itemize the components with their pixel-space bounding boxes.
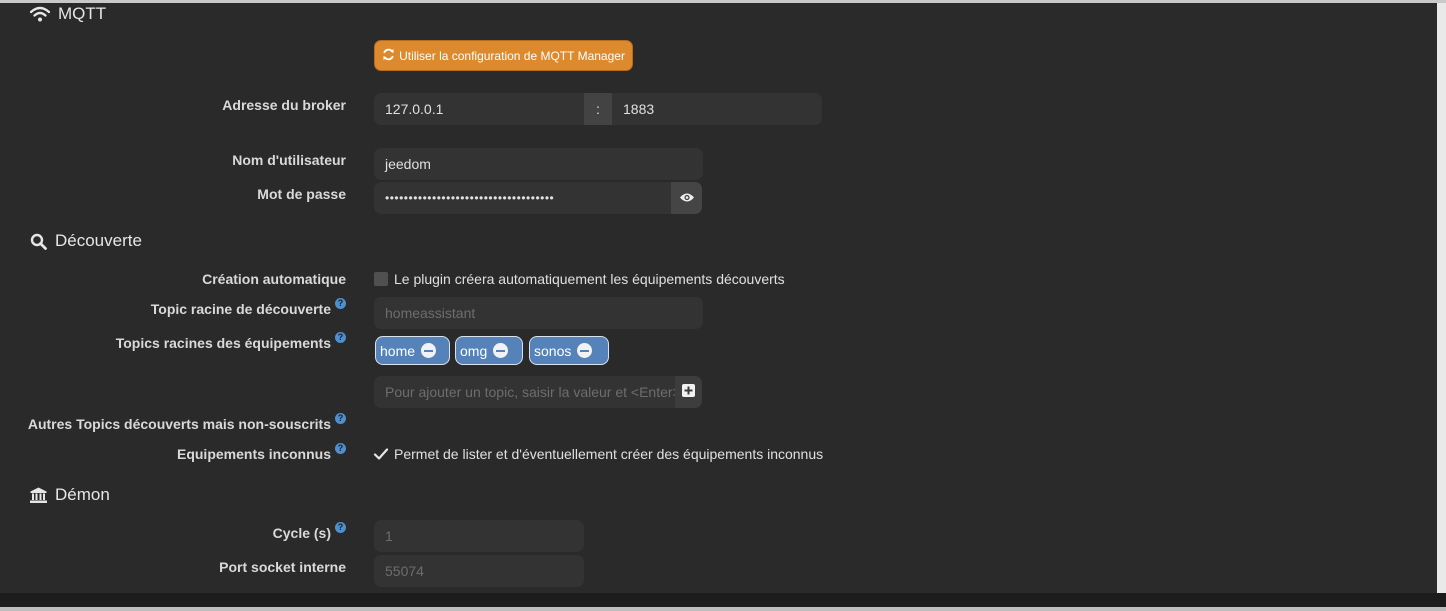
add-topic-placeholder: Pour ajouter un topic, saisir la valeur … xyxy=(385,384,677,400)
cycle-label-text: Cycle (s) xyxy=(272,525,331,541)
cycle-label: Cycle (s)? xyxy=(272,522,346,541)
auto-create-label: Création automatique xyxy=(202,271,346,287)
broker-separator: : xyxy=(584,93,612,125)
password-label: Mot de passe xyxy=(257,186,346,202)
bank-icon xyxy=(30,487,47,503)
socket-port-input[interactable]: 55074 xyxy=(374,555,584,587)
cycle-input[interactable]: 1 xyxy=(374,520,584,552)
unknown-equipment-label: Equipements inconnus? xyxy=(176,443,346,462)
section-title-text: MQTT xyxy=(58,4,107,23)
password-input[interactable]: •••••••••••••••••••••••••••••••••••• xyxy=(374,182,672,214)
help-icon[interactable]: ? xyxy=(335,522,346,533)
socket-port-value: 55074 xyxy=(385,563,424,579)
root-topic-label: Topic racine de découverte? xyxy=(150,298,346,317)
root-topic-placeholder: homeassistant xyxy=(385,305,476,321)
add-topic-button[interactable] xyxy=(675,376,702,408)
topic-tag-label: omg xyxy=(460,342,488,359)
other-topics-label-text: Autres Topics découverts mais non-souscr… xyxy=(27,416,331,432)
use-mqtt-manager-button[interactable]: Utiliser la configuration de MQTT Manage… xyxy=(374,40,633,71)
plus-square-icon xyxy=(682,384,695,400)
username-label: Nom d'utilisateur xyxy=(232,152,346,168)
broker-port-input[interactable]: 1883 xyxy=(612,93,822,125)
auto-create-text: Le plugin créera automatiquement les équ… xyxy=(394,271,785,287)
equipment-topics-label: Topics racines des équipements? xyxy=(115,332,346,351)
password-value: •••••••••••••••••••••••••••••••••••• xyxy=(385,191,555,205)
help-icon[interactable]: ? xyxy=(335,443,346,454)
section-title-daemon: Démon xyxy=(30,485,110,505)
remove-tag-icon[interactable] xyxy=(493,343,509,358)
broker-port-value: 1883 xyxy=(623,101,655,117)
broker-label: Adresse du broker xyxy=(222,97,346,113)
unknown-equipment-checkbox[interactable] xyxy=(373,446,389,462)
help-icon[interactable]: ? xyxy=(335,413,346,424)
remove-tag-icon[interactable] xyxy=(577,343,593,358)
auto-create-checkbox[interactable] xyxy=(374,272,388,286)
use-mqtt-manager-label: Utiliser la configuration de MQTT Manage… xyxy=(399,48,625,63)
broker-host-input[interactable]: 127.0.0.1 xyxy=(374,93,586,125)
help-icon[interactable]: ? xyxy=(335,298,346,309)
search-icon xyxy=(30,233,47,250)
section-title-mqtt: MQTT xyxy=(30,4,106,24)
topic-tag-label: home xyxy=(380,342,416,359)
root-topic-input[interactable]: homeassistant xyxy=(374,297,703,329)
section-title-discovery: Découverte xyxy=(30,231,142,251)
remove-tag-icon[interactable] xyxy=(421,343,437,358)
topic-tag-label: sonos xyxy=(534,342,572,359)
help-icon[interactable]: ? xyxy=(335,332,346,343)
scrollbar-track[interactable] xyxy=(1437,3,1446,593)
topic-tag-sonos: sonos xyxy=(529,336,609,365)
refresh-icon xyxy=(382,48,395,64)
eye-icon xyxy=(679,190,695,206)
root-topic-label-text: Topic racine de découverte xyxy=(150,301,331,317)
other-topics-label: Autres Topics découverts mais non-souscr… xyxy=(27,413,346,432)
bottom-border xyxy=(0,607,1446,611)
equipment-topics-label-text: Topics racines des équipements xyxy=(115,335,331,351)
section-title-text: Découverte xyxy=(55,231,142,250)
socket-port-label: Port socket interne xyxy=(219,559,346,575)
config-panel xyxy=(0,3,1437,593)
username-input[interactable]: jeedom xyxy=(374,148,703,180)
cycle-value: 1 xyxy=(385,528,393,544)
username-value: jeedom xyxy=(385,156,431,172)
topic-tag-home: home xyxy=(375,336,450,365)
unknown-equipment-text: Permet de lister et d'éventuellement cré… xyxy=(394,446,824,462)
topic-tag-omg: omg xyxy=(455,336,523,365)
wifi-icon xyxy=(30,6,50,22)
check-icon xyxy=(373,448,389,460)
unknown-equipment-label-text: Equipements inconnus xyxy=(176,446,331,462)
add-topic-input[interactable]: Pour ajouter un topic, saisir la valeur … xyxy=(374,376,677,408)
section-title-text: Démon xyxy=(55,485,110,504)
toggle-password-button[interactable] xyxy=(671,182,702,214)
broker-host-value: 127.0.0.1 xyxy=(385,101,444,117)
